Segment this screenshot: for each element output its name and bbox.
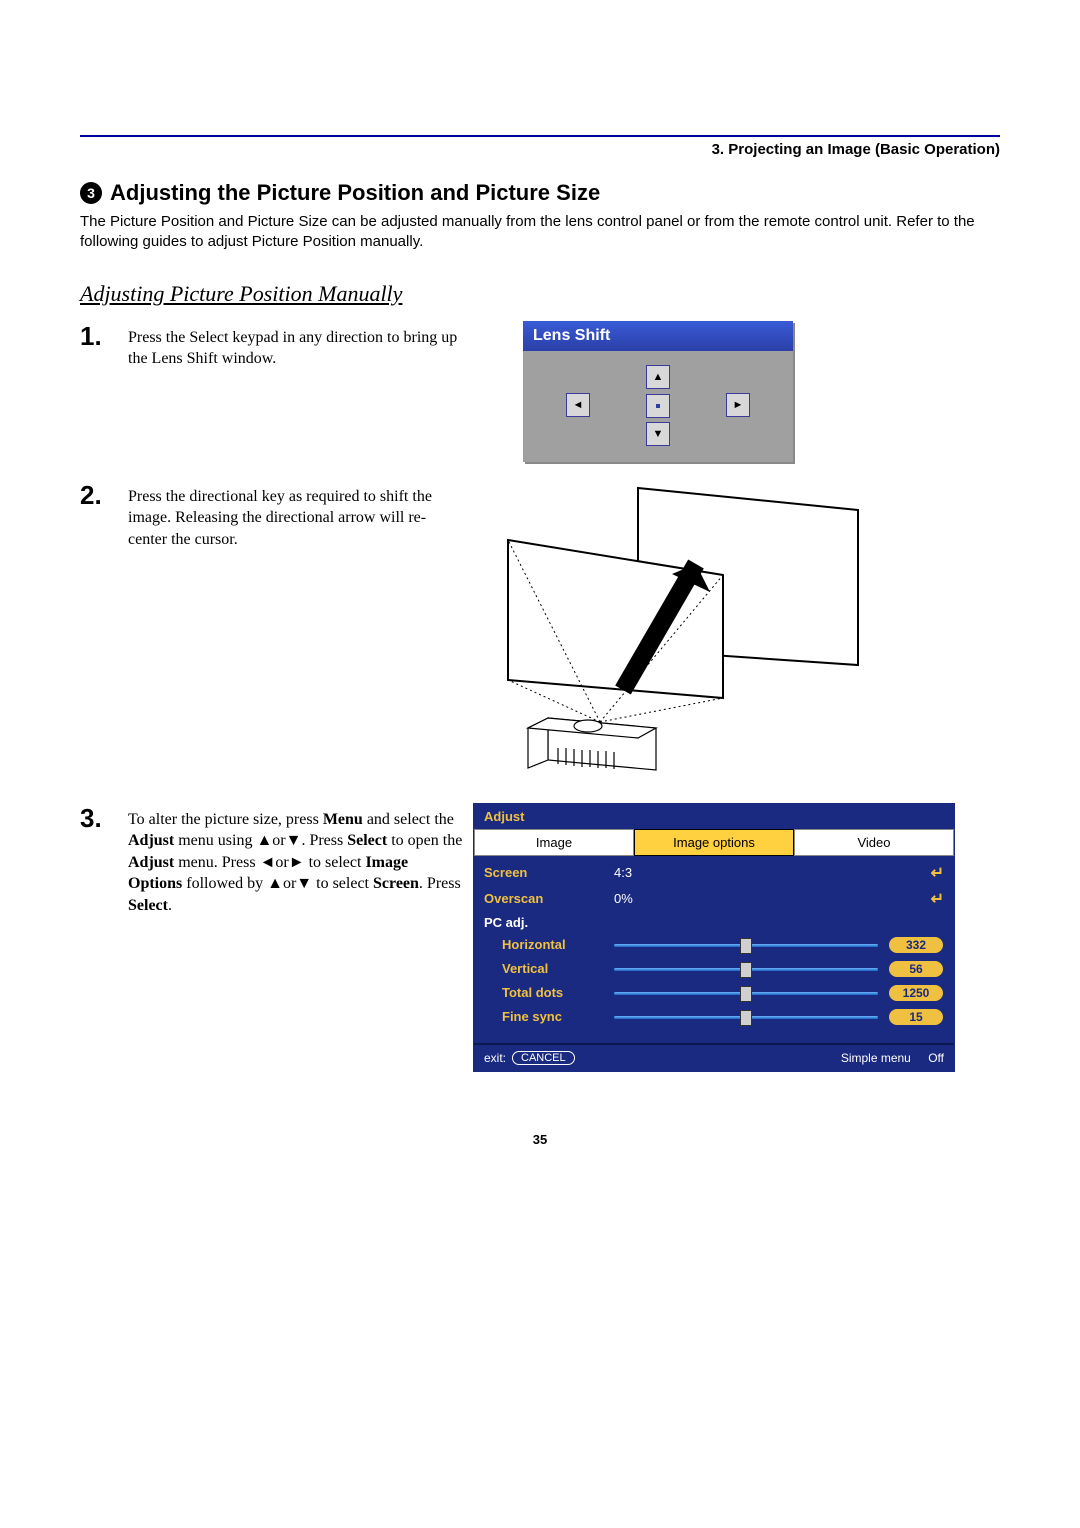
lens-shift-left-button[interactable]: ◄ [566,393,590,417]
chapter-header: 3. Projecting an Image (Basic Operation) [80,135,1000,158]
value-vertical: 56 [888,960,944,978]
osd-row-vertical[interactable]: Vertical 56 [484,957,944,981]
section-title-text: Adjusting the Picture Position and Pictu… [110,180,600,206]
step-3-number: 3. [80,803,128,834]
osd-simple-menu-label: Simple menu [841,1051,911,1065]
step-list: 1. Press the Select keypad in any direct… [80,321,1000,1072]
value-total-dots: 1250 [888,984,944,1002]
osd-simple-menu-value: Off [928,1051,944,1065]
osd-exit-label: exit: [484,1051,506,1065]
osd-tab-video[interactable]: Video [794,829,954,856]
lens-shift-down-button[interactable]: ▼ [646,422,670,446]
section-title: 3 Adjusting the Picture Position and Pic… [80,180,1000,206]
osd-tabs: Image Image options Video [474,829,954,856]
step-3: 3. To alter the picture size, press Menu… [80,803,1000,1072]
step-3-figure: Adjust Image Image options Video Screen … [473,803,1000,1072]
slider-horizontal[interactable] [614,941,878,949]
osd-row-screen[interactable]: Screen 4:3 ↵ [484,860,944,886]
osd-row-overscan[interactable]: Overscan 0% ↵ [484,886,944,912]
osd-footer: exit: CANCEL Simple menu Off [474,1043,954,1071]
slider-vertical[interactable] [614,965,878,973]
subheading: Adjusting Picture Position Manually [80,281,1000,307]
manual-page: 3. Projecting an Image (Basic Operation)… [0,0,1080,1187]
projection-diagram [488,480,888,780]
intro-paragraph: The Picture Position and Picture Size ca… [80,212,1000,253]
osd-cancel-button[interactable]: CANCEL [512,1051,575,1065]
slider-fine-sync[interactable] [614,1013,878,1021]
osd-title: Adjust [474,804,954,829]
step-1-number: 1. [80,321,128,352]
osd-row-fine-sync[interactable]: Fine sync 15 [484,1005,944,1029]
lens-shift-center-button[interactable] [646,394,670,418]
lens-shift-pad: ▲ ◄ ► ▼ [523,351,793,462]
lens-shift-panel: Lens Shift ▲ ◄ ► ▼ [523,321,793,462]
osd-tab-image[interactable]: Image [474,829,634,856]
step-3-text: To alter the picture size, press Menu an… [128,803,463,1072]
osd-body: Screen 4:3 ↵ Overscan 0% ↵ PC adj. [474,856,954,1043]
step-1: 1. Press the Select keypad in any direct… [80,321,1000,462]
step-2: 2. Press the directional key as required… [80,480,1000,785]
lens-shift-title: Lens Shift [523,321,793,351]
step-2-number: 2. [80,480,128,511]
enter-icon: ↵ [931,863,944,883]
value-fine-sync: 15 [888,1008,944,1026]
osd-row-total-dots[interactable]: Total dots 1250 [484,981,944,1005]
step-2-figure [468,480,1000,785]
page-number: 35 [80,1132,1000,1147]
lens-shift-up-button[interactable]: ▲ [646,365,670,389]
osd-row-pcadj: PC adj. [484,912,944,933]
section-number-badge: 3 [80,182,102,204]
value-horizontal: 332 [888,936,944,954]
lens-shift-right-button[interactable]: ► [726,393,750,417]
slider-total-dots[interactable] [614,989,878,997]
step-2-text: Press the directional key as required to… [128,480,458,785]
step-1-figure: Lens Shift ▲ ◄ ► ▼ [473,321,1000,462]
step-1-text: Press the Select keypad in any direction… [128,321,463,462]
osd-adjust-menu: Adjust Image Image options Video Screen … [473,803,955,1072]
osd-tab-image-options[interactable]: Image options [634,829,794,856]
enter-icon: ↵ [931,889,944,909]
osd-row-horizontal[interactable]: Horizontal 332 [484,933,944,957]
